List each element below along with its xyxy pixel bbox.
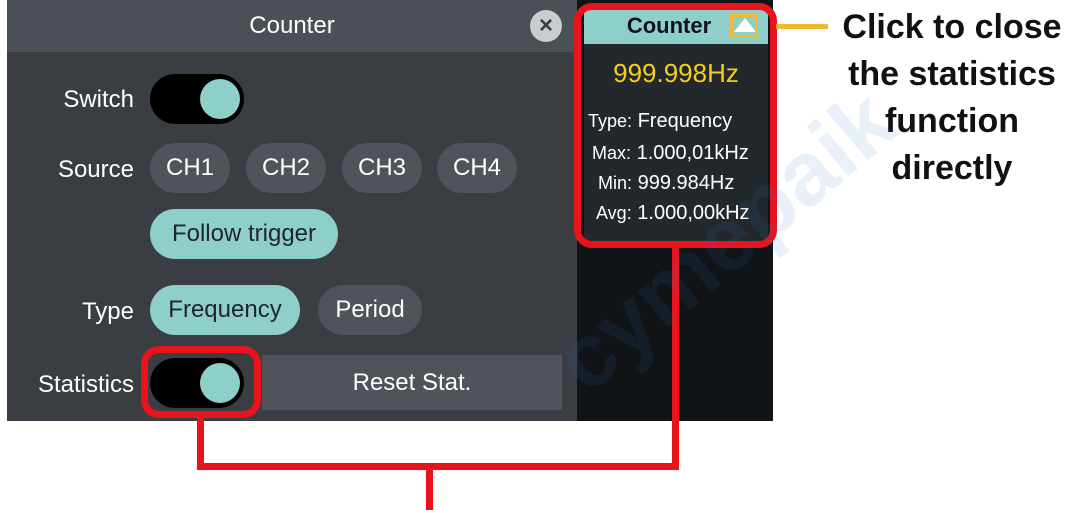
switch-toggle[interactable] — [150, 74, 244, 124]
close-icon[interactable]: × — [530, 10, 562, 42]
dialog-header: Counter × — [7, 0, 577, 52]
source-ch3-button[interactable]: CH3 — [342, 143, 422, 193]
connector-line-down — [426, 463, 433, 510]
type-frequency-button[interactable]: Frequency — [150, 285, 300, 335]
toggle-knob — [200, 79, 240, 119]
source-ch2-button[interactable]: CH2 — [246, 143, 326, 193]
statistics-toggle-highlight — [141, 346, 261, 418]
type-period-button[interactable]: Period — [318, 285, 422, 335]
source-ch4-button[interactable]: CH4 — [437, 143, 517, 193]
dialog-title: Counter — [249, 12, 335, 39]
source-label: Source — [57, 156, 134, 183]
statistics-label: Statistics — [37, 371, 134, 398]
switch-label: Switch — [63, 86, 134, 113]
connector-line-bottom — [197, 463, 679, 470]
source-ch1-button[interactable]: CH1 — [150, 143, 230, 193]
follow-trigger-button[interactable]: Follow trigger — [150, 209, 338, 259]
reset-stat-button[interactable]: Reset Stat. — [262, 355, 562, 410]
callout-line-1: Click to close — [842, 8, 1062, 46]
counter-dialog: Counter × Switch Source CH1 CH2 CH3 CH4 … — [7, 0, 577, 421]
type-label: Type — [81, 298, 134, 325]
